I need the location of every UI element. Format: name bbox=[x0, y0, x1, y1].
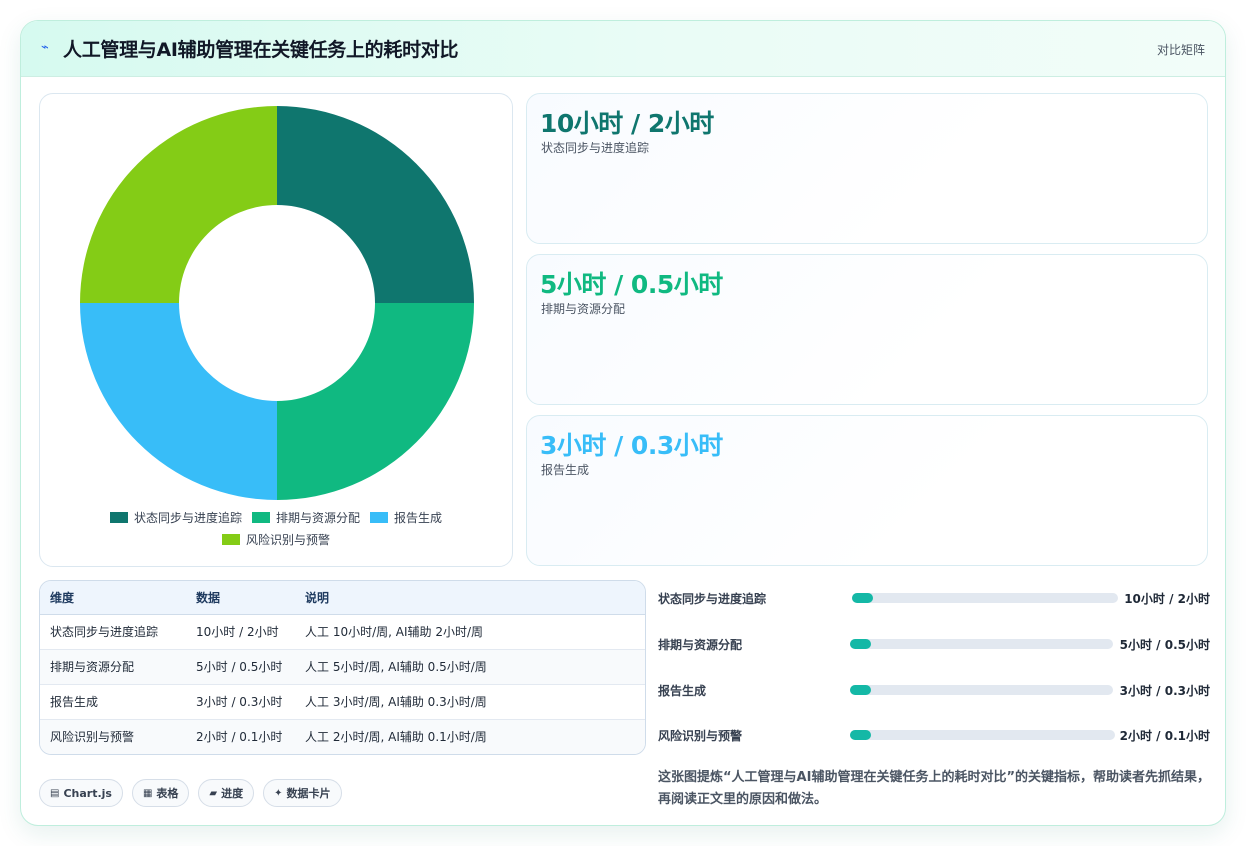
table-cell: 5小时 / 0.5小时 bbox=[186, 649, 295, 685]
tag-chartjs[interactable]: ▤ Chart.js bbox=[39, 779, 123, 807]
sparkle-icon: ✦ bbox=[274, 787, 283, 799]
pill-label: Chart.js bbox=[63, 786, 112, 800]
progress-label: 状态同步与进度追踪 bbox=[658, 592, 767, 606]
doughnut-chart bbox=[80, 106, 474, 500]
stat-value: 3小时 / 0.3小时 bbox=[540, 431, 723, 460]
legend-item[interactable]: 报告生成 bbox=[370, 509, 442, 526]
progress-label: 风险识别与预警 bbox=[658, 729, 743, 743]
table-row: 报告生成 3小时 / 0.3小时 人工 3小时/周, AI辅助 0.3小时/周 bbox=[40, 684, 645, 720]
stat-card: 10小时 / 2小时 状态同步与进度追踪 bbox=[526, 93, 1208, 244]
table-cell: 人工 2小时/周, AI辅助 0.1小时/周 bbox=[305, 730, 487, 745]
progress-row: 状态同步与进度追踪 10小时 / 2小时 bbox=[658, 587, 1210, 607]
chart-legend: 状态同步与进度追踪 排期与资源分配 报告生成 风险识别与预警 bbox=[40, 506, 512, 550]
progress-label: 报告生成 bbox=[658, 684, 707, 698]
legend-row-2: 风险识别与预警 bbox=[40, 528, 512, 550]
progress-fill bbox=[850, 685, 872, 695]
legend-swatch bbox=[221, 533, 240, 545]
doughnut-slice[interactable] bbox=[277, 106, 474, 303]
progress-fill bbox=[850, 730, 872, 740]
tag-progress[interactable]: ▰ 进度 bbox=[198, 779, 255, 807]
data-table: 维度 数据 说明 状态同步与进度追踪 10小时 / 2小时 人工 10小时/周,… bbox=[39, 580, 646, 755]
header-bar: ⌁ 人工管理与AI辅助管理在关键任务上的耗时对比 对比矩阵 bbox=[21, 21, 1225, 77]
doughnut-slice[interactable] bbox=[277, 303, 474, 500]
column-header[interactable]: 说明 bbox=[295, 581, 645, 615]
legend-swatch bbox=[109, 511, 128, 523]
pill-label: 数据卡片 bbox=[286, 787, 331, 800]
progress-track bbox=[852, 593, 1118, 603]
table-cell: 状态同步与进度追踪 bbox=[40, 614, 186, 650]
legend-label: 排期与资源分配 bbox=[275, 510, 360, 525]
table-cell: 人工 10小时/周, AI辅助 2小时/周 bbox=[295, 614, 645, 650]
progress-value: 5小时 / 0.5小时 bbox=[1119, 638, 1210, 652]
table-cell: 人工 3小时/周, AI辅助 0.3小时/周 bbox=[295, 684, 645, 720]
pill-label: 表格 bbox=[156, 787, 179, 800]
stat-label: 报告生成 bbox=[541, 463, 590, 477]
progress-icon: ▰ bbox=[209, 787, 218, 799]
legend-label: 状态同步与进度追踪 bbox=[133, 510, 242, 525]
summary-note: 这张图提炼“人工管理与AI辅助管理在关键任务上的耗时对比”的关键指标，帮助读者先… bbox=[658, 770, 1210, 807]
pill-label: 进度 bbox=[221, 787, 244, 800]
table-cell: 2小时 / 0.1小时 bbox=[196, 730, 283, 745]
stat-value: 5小时 / 0.5小时 bbox=[540, 270, 723, 299]
progress-fill bbox=[852, 593, 874, 603]
progress-fill bbox=[850, 639, 872, 649]
progress-value: 10小时 / 2小时 bbox=[1124, 592, 1210, 606]
column-header[interactable]: 维度 bbox=[40, 581, 186, 615]
legend-row-1: 状态同步与进度追踪 排期与资源分配 报告生成 bbox=[40, 506, 512, 528]
table-cell: 10小时 / 2小时 bbox=[186, 614, 295, 650]
table-row: 风险识别与预警 2小时 / 0.1小时 人工 2小时/周, AI辅助 0.1小时… bbox=[40, 719, 645, 754]
stat-label: 排期与资源分配 bbox=[541, 302, 626, 316]
progress-value: 2小时 / 0.1小时 bbox=[1119, 729, 1210, 743]
stat-card: 3小时 / 0.3小时 报告生成 bbox=[526, 415, 1208, 566]
legend-item[interactable]: 排期与资源分配 bbox=[251, 509, 360, 526]
table-row: 排期与资源分配 5小时 / 0.5小时 人工 5小时/周, AI辅助 0.5小时… bbox=[40, 649, 645, 685]
progress-row: 风险识别与预警 2小时 / 0.1小时 bbox=[658, 724, 1210, 744]
table-cell: 3小时 / 0.3小时 bbox=[186, 684, 295, 720]
progress-row: 报告生成 3小时 / 0.3小时 bbox=[658, 679, 1210, 699]
doughnut-slice[interactable] bbox=[80, 106, 277, 303]
progress-track bbox=[850, 730, 1115, 740]
progress-row: 排期与资源分配 5小时 / 0.5小时 bbox=[658, 633, 1210, 653]
page-title: 人工管理与AI辅助管理在关键任务上的耗时对比 bbox=[63, 39, 459, 61]
tag-data-cards[interactable]: ✦ 数据卡片 bbox=[263, 779, 342, 807]
progress-track bbox=[850, 685, 1113, 695]
progress-track bbox=[850, 639, 1113, 649]
table-icon: ▦ bbox=[142, 787, 153, 799]
table-header-row: 维度 数据 说明 bbox=[40, 581, 645, 615]
dashboard-card: ⌁ 人工管理与AI辅助管理在关键任务上的耗时对比 对比矩阵 状态同步与进度追踪 … bbox=[20, 20, 1226, 826]
tech-tags: ▤ Chart.js ▦ 表格 ▰ 进度 ✦ 数据卡片 bbox=[39, 779, 342, 807]
progress-value: 3小时 / 0.3小时 bbox=[1119, 684, 1210, 698]
table-cell: 人工 5小时/周, AI辅助 0.5小时/周 bbox=[295, 649, 645, 685]
doughnut-chart-panel: 状态同步与进度追踪 排期与资源分配 报告生成 风险识别与预警 bbox=[39, 93, 513, 567]
tag-table[interactable]: ▦ 表格 bbox=[131, 779, 190, 807]
chart-icon: ▤ bbox=[50, 787, 60, 799]
stat-card: 5小时 / 0.5小时 排期与资源分配 bbox=[526, 254, 1208, 405]
spark-icon: ⌁ bbox=[41, 40, 49, 55]
doughnut-slice[interactable] bbox=[80, 303, 277, 500]
legend-swatch bbox=[370, 511, 388, 523]
column-header[interactable]: 数据 bbox=[186, 581, 295, 615]
table-row: 状态同步与进度追踪 10小时 / 2小时 人工 10小时/周, AI辅助 2小时… bbox=[40, 614, 645, 650]
table-cell: 报告生成 bbox=[40, 684, 186, 720]
legend-item[interactable]: 状态同步与进度追踪 bbox=[109, 509, 242, 526]
legend-label: 报告生成 bbox=[394, 510, 443, 525]
legend-label: 风险识别与预警 bbox=[245, 532, 330, 547]
stat-label: 状态同步与进度追踪 bbox=[541, 141, 650, 155]
legend-item[interactable]: 风险识别与预警 bbox=[221, 531, 330, 548]
legend-swatch bbox=[251, 511, 270, 523]
stat-value: 10小时 / 2小时 bbox=[540, 109, 714, 138]
view-tag[interactable]: 对比矩阵 bbox=[1157, 41, 1205, 58]
progress-label: 排期与资源分配 bbox=[658, 638, 743, 652]
table-cell: 风险识别与预警 bbox=[50, 730, 135, 745]
table-cell: 排期与资源分配 bbox=[40, 649, 186, 685]
